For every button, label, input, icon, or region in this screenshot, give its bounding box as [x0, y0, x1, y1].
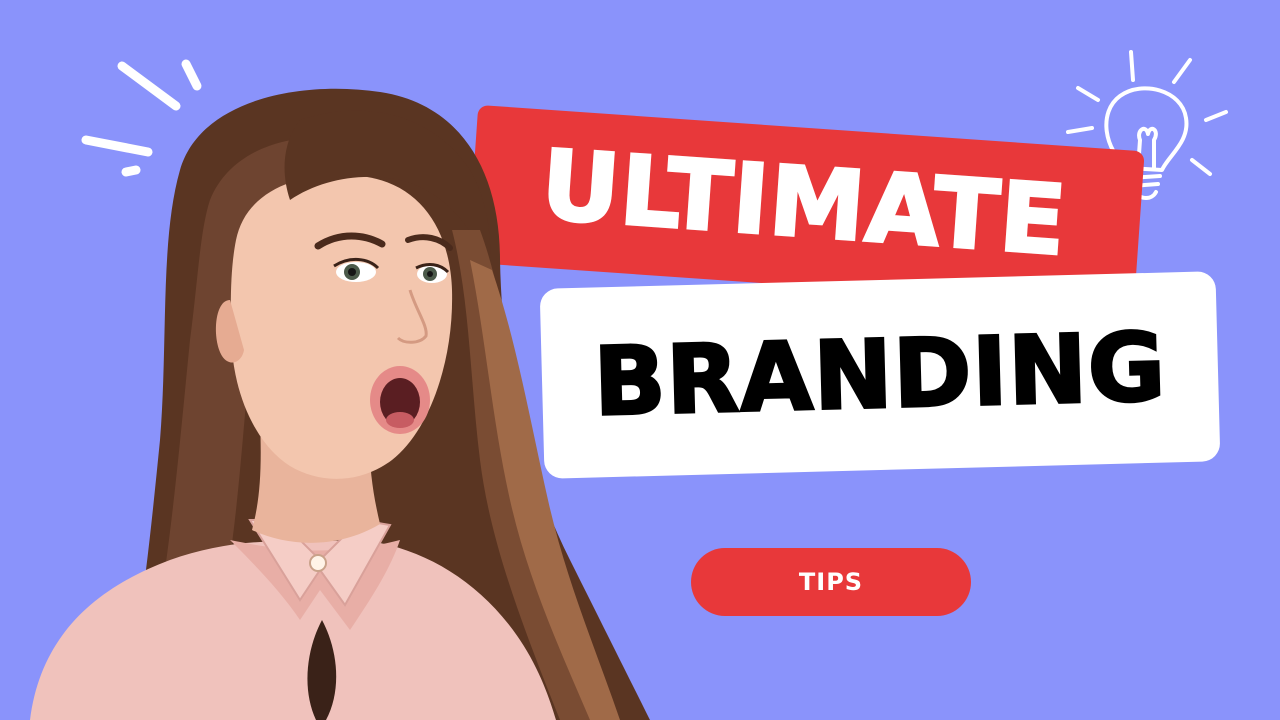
title-branding: BRANDING [591, 312, 1169, 439]
tips-button[interactable]: TIPS [691, 548, 971, 616]
thumbnail-canvas: ULTIMATE BRANDING TIPS [0, 0, 1280, 720]
